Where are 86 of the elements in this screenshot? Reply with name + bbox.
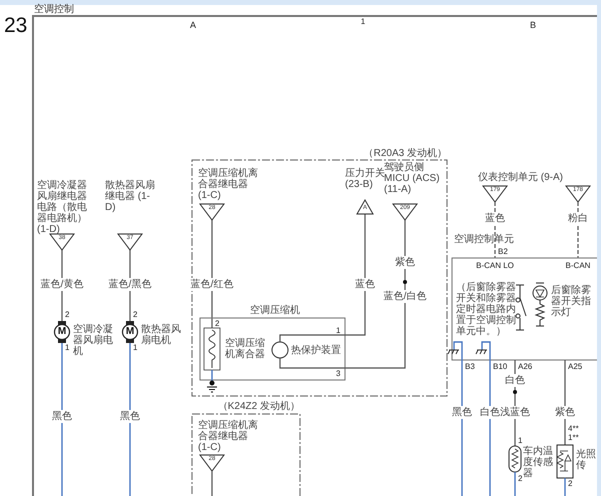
motor-icon [122, 321, 138, 343]
connector-icon [482, 186, 508, 203]
wire-color-label: 白色 [480, 406, 500, 419]
wire [211, 471, 213, 496]
connector-icon [117, 234, 143, 251]
connector-icon [392, 204, 418, 221]
ground-icon [448, 350, 460, 354]
wire-color-label: 蓝色 [355, 278, 375, 291]
pin-number: 4** [568, 424, 579, 433]
wire-color-label: 紫色 [555, 406, 575, 419]
wire [514, 472, 516, 496]
pin-number: 1 [65, 343, 70, 352]
pin-number: 1 [336, 326, 340, 335]
page-number: 23 [4, 14, 28, 38]
pin-number: 1 [518, 436, 522, 445]
wire-color-label: 蓝色/黄色 [40, 278, 84, 291]
connector-icon [49, 234, 75, 251]
wire-color-label: 蓝色/红色 [190, 278, 234, 291]
coil-icon [204, 328, 220, 370]
source-label: 空调压缩机离合器继电器 (1-C) [198, 420, 259, 453]
connector-icon [199, 204, 225, 221]
terminal-label: A26 [518, 362, 532, 371]
wire [494, 202, 496, 258]
unit-label: 仪表控制单元 (9-A) [478, 172, 563, 183]
signal-label: B-CAN [566, 261, 590, 270]
ground-icon [206, 380, 218, 392]
wire-color-label: 蓝色 [485, 212, 505, 225]
source-label: 空调冷凝器风扇继电器电路（散电器电路机）(1-D) [37, 180, 88, 235]
motor-symbol: M [126, 327, 134, 337]
component-label: 热保护装置 [291, 345, 341, 356]
zone-label: A [190, 20, 196, 30]
splice-dot [513, 390, 517, 394]
connector-icon [565, 186, 591, 203]
indicator-lamp-icon [532, 282, 548, 326]
wire-color-label: 蓝色/黑色 [108, 278, 152, 291]
source-label: 散热器风扇继电器 (1-D) [105, 180, 156, 213]
wire [211, 370, 213, 382]
wire-color-label: 紫色 [395, 256, 415, 269]
terminal-label: B10 [493, 362, 508, 371]
signal-label: B-CAN LO [476, 261, 514, 270]
motor-label: 散热器风扇电机 [141, 324, 182, 346]
pin-number: 1 [133, 343, 138, 352]
grid-marker: 1 [360, 17, 366, 26]
component-label: 空调压缩机 [250, 305, 300, 316]
pin-number: 2 [215, 319, 220, 328]
connector-icon [356, 199, 374, 214]
pin-number: 1** [568, 433, 579, 442]
pin-number: 2 [133, 310, 138, 319]
engine-variant-label: （R20A3 发动机） [364, 148, 447, 159]
component-label: 空调压缩机离合器 [225, 338, 266, 360]
ground-icon [476, 350, 488, 354]
connector-icon [199, 454, 225, 472]
component-label: 后窗除雾器开关指示灯 [551, 285, 592, 318]
pin-number: 2 [518, 474, 522, 483]
wire-color-label: 粉白 [568, 212, 588, 225]
wire-color-label: 黑色 [52, 410, 72, 423]
wire-color-label: 黑色 [120, 410, 140, 423]
unit-note: （后窗除雾器开关和除雾器定时器电路内置于空调控制单元中。） [456, 282, 517, 337]
wire-color-label: 浅蓝色 [500, 406, 530, 419]
wire-color-label: 白色 [505, 374, 525, 387]
wire-color-label: 黑色 [452, 406, 472, 419]
pin-number: 3 [336, 369, 340, 378]
source-label: 空调压缩机离合器继电器 (1-C) [198, 168, 259, 201]
component-label: 车内温度传感器 [523, 446, 554, 479]
switch-icon [516, 284, 526, 330]
thermal-protector-icon [272, 342, 288, 358]
terminal-label: B3 [465, 362, 475, 371]
motor-symbol: M [58, 327, 66, 337]
engine-variant-label: （K24Z2 发动机） [218, 401, 300, 412]
splice-dot [403, 280, 407, 284]
terminal-label: B2 [498, 247, 508, 256]
pin-number: 2 [568, 479, 572, 488]
unit-label: 空调控制单元 [454, 234, 514, 245]
page-title: 空调控制 [33, 5, 75, 15]
source-label: 驾驶员侧 MICU (ACS) (11-A) [384, 162, 441, 195]
zone-label: B [530, 20, 536, 30]
pin-number: 2 [65, 310, 70, 319]
motor-label: 空调冷凝器风扇电机 [73, 324, 114, 357]
wire-color-label: 蓝色/白色 [384, 290, 426, 303]
wire [564, 478, 566, 496]
motor-icon [54, 321, 70, 343]
thermistor-icon [508, 446, 522, 472]
photo-sensor-icon [556, 444, 574, 478]
wire [577, 202, 579, 258]
terminal-label: A25 [568, 362, 582, 371]
component-label: 光照传 [576, 449, 597, 471]
